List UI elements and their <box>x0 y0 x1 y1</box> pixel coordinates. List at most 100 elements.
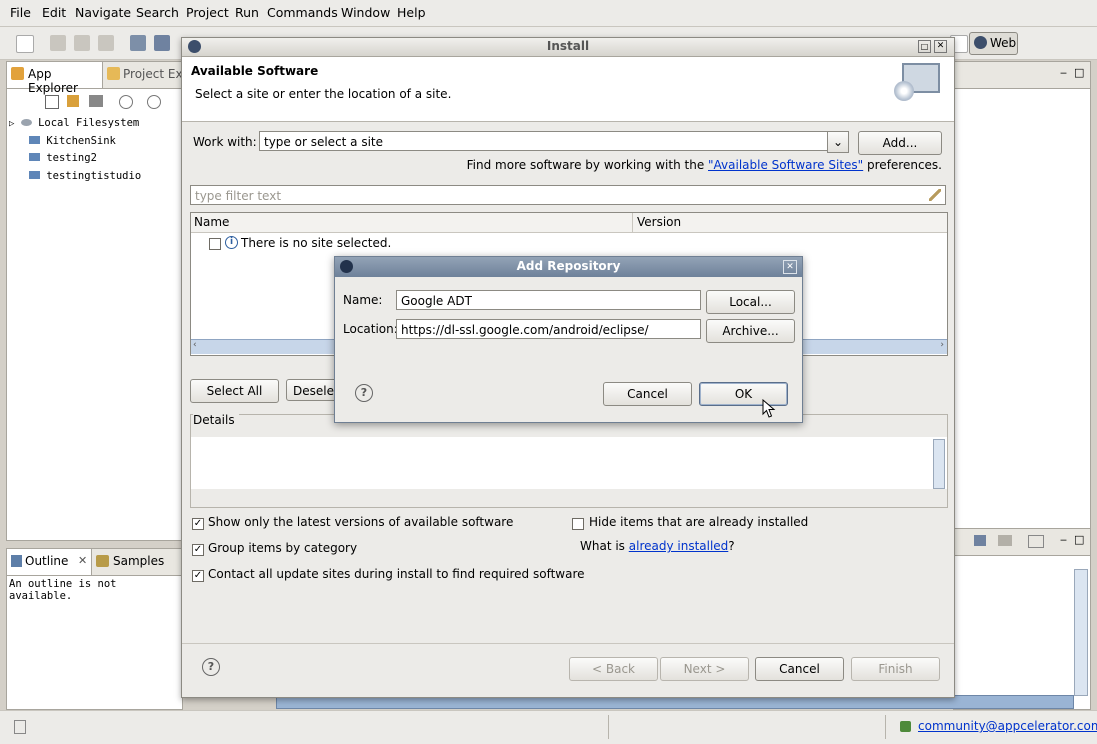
help-icon[interactable]: ? <box>355 384 373 402</box>
close-icon[interactable]: ✕ <box>78 554 87 567</box>
tree-item-project[interactable]: testing2 <box>29 152 97 164</box>
add-repository-dialog: Add Repository ✕ Name: Google ADT Local.… <box>334 256 803 423</box>
column-name[interactable]: Name <box>194 215 229 229</box>
add-site-button[interactable]: Add... <box>858 131 942 155</box>
run-menu-icon[interactable] <box>119 95 133 109</box>
tree-label: Local Filesystem <box>38 117 140 129</box>
menu-navigate[interactable]: Navigate <box>75 5 131 20</box>
close-icon[interactable]: ✕ <box>783 260 797 274</box>
minimize-icon[interactable]: ‒ <box>1060 533 1067 546</box>
vertical-scrollbar[interactable] <box>1074 569 1088 696</box>
app-explorer-icon <box>11 67 24 80</box>
new-view-icon[interactable] <box>1028 535 1044 548</box>
deploy-icon[interactable] <box>130 35 146 51</box>
maximize-icon[interactable]: □ <box>918 40 931 53</box>
view-icon[interactable] <box>974 535 986 546</box>
close-icon[interactable]: ✕ <box>934 40 947 53</box>
no-site-message: There is no site selected. <box>241 236 392 250</box>
help-icon[interactable]: ? <box>202 658 220 676</box>
save-all-icon[interactable] <box>74 35 90 51</box>
print-icon[interactable] <box>98 35 114 51</box>
new-icon[interactable] <box>16 35 34 53</box>
work-with-value: type or select a site <box>264 135 384 149</box>
status-divider <box>885 715 886 739</box>
scroll-right-icon[interactable]: › <box>940 340 944 350</box>
name-field[interactable]: Google ADT <box>396 290 701 310</box>
hide-installed-label: Hide items that are already installed <box>589 515 809 529</box>
menu-search[interactable]: Search <box>136 5 179 20</box>
location-field[interactable]: https://dl-ssl.google.com/android/eclips… <box>396 319 701 339</box>
menu-edit[interactable]: Edit <box>42 5 66 20</box>
checkbox-group-by-category[interactable]: ✓ <box>192 544 204 556</box>
work-with-label: Work with: <box>193 135 257 149</box>
find-more-suffix: preferences. <box>863 158 942 172</box>
outline-tabs: Outline ✕ Samples <box>7 549 182 576</box>
maximize-icon[interactable]: □ <box>1074 66 1084 79</box>
info-icon: i <box>225 236 238 249</box>
add-repository-title: Add Repository <box>516 259 621 273</box>
addrepo-cancel-button[interactable]: Cancel <box>603 382 692 406</box>
row-checkbox[interactable] <box>209 238 221 250</box>
tab-app-explorer[interactable]: App Explorer <box>7 62 103 95</box>
menu-window[interactable]: Window <box>341 5 390 20</box>
tree-item-project[interactable]: testingtistudio <box>29 170 141 182</box>
tree-item-local-filesystem[interactable]: ▷ Local Filesystem <box>9 117 139 129</box>
contact-sites-label: Contact all update sites during install … <box>208 567 585 581</box>
already-installed-link[interactable]: already installed <box>629 539 729 553</box>
checkbox-hide-installed[interactable] <box>572 518 584 530</box>
tab-outline[interactable]: Outline ✕ <box>7 549 92 575</box>
collapse-all-icon[interactable] <box>45 95 59 109</box>
minimize-icon[interactable]: ‒ <box>1060 66 1067 79</box>
menu-project[interactable]: Project <box>186 5 229 20</box>
project-explorer-icon <box>107 67 120 80</box>
user-account-link[interactable]: community@appcelerator.com <box>918 719 1097 733</box>
menu-help[interactable]: Help <box>397 5 426 20</box>
open-icon[interactable] <box>154 35 170 51</box>
perspective-web-button[interactable]: Web <box>969 32 1018 55</box>
select-all-button[interactable]: Select All <box>190 379 279 403</box>
install-titlebar: Install □ ✕ <box>182 38 954 57</box>
latest-versions-label: Show only the latest versions of availab… <box>208 515 514 529</box>
view-menu-icon[interactable] <box>998 535 1012 546</box>
name-label: Name: <box>343 293 383 307</box>
save-icon[interactable] <box>50 35 66 51</box>
tab-samples[interactable]: Samples <box>93 549 173 575</box>
chevron-down-icon[interactable]: ⌄ <box>827 131 849 153</box>
local-button[interactable]: Local... <box>706 290 795 314</box>
checkbox-contact-sites[interactable]: ✓ <box>192 570 204 582</box>
tab-outline-label: Outline <box>25 554 69 568</box>
tree-label: testingtistudio <box>46 170 142 182</box>
debug-menu-icon[interactable] <box>147 95 161 109</box>
menu-run[interactable]: Run <box>235 5 259 20</box>
mouse-cursor-icon <box>762 399 776 418</box>
tree-item-project[interactable]: KitchenSink <box>29 135 116 147</box>
shield-icon <box>900 721 911 732</box>
tab-project-explorer[interactable]: Project Exp <box>103 62 183 88</box>
status-bar: community@appcelerator.com <box>0 710 1097 744</box>
details-scrollbar[interactable] <box>933 439 945 489</box>
install-cancel-button[interactable]: Cancel <box>755 657 844 681</box>
install-title: Install <box>546 39 590 53</box>
clear-filter-icon[interactable] <box>929 189 941 201</box>
right-top-tabrow: ‒ □ <box>954 62 1090 89</box>
fast-view-icon[interactable] <box>14 720 26 734</box>
finish-button[interactable]: Finish <box>851 657 940 681</box>
menu-commands[interactable]: Commands <box>267 5 338 20</box>
scroll-left-icon[interactable]: ‹ <box>193 340 197 350</box>
next-button[interactable]: Next > <box>660 657 749 681</box>
column-version[interactable]: Version <box>637 215 681 229</box>
tab-project-explorer-label: Project Exp <box>123 67 183 81</box>
maximize-icon[interactable]: □ <box>1074 533 1084 546</box>
work-with-combo[interactable]: type or select a site <box>259 131 849 151</box>
checkbox-latest-versions[interactable]: ✓ <box>192 518 204 530</box>
details-text <box>191 437 947 489</box>
menu-bar: File Edit Navigate Search Project Run Co… <box>0 0 1097 27</box>
menu-file[interactable]: File <box>10 5 31 20</box>
back-button[interactable]: < Back <box>569 657 658 681</box>
archive-button[interactable]: Archive... <box>706 319 795 343</box>
samples-icon <box>96 555 109 567</box>
link-editor-icon[interactable] <box>67 95 79 107</box>
filter-icon[interactable] <box>89 95 103 107</box>
filter-input[interactable]: type filter text <box>190 185 946 205</box>
available-sites-link[interactable]: "Available Software Sites" <box>708 158 863 172</box>
